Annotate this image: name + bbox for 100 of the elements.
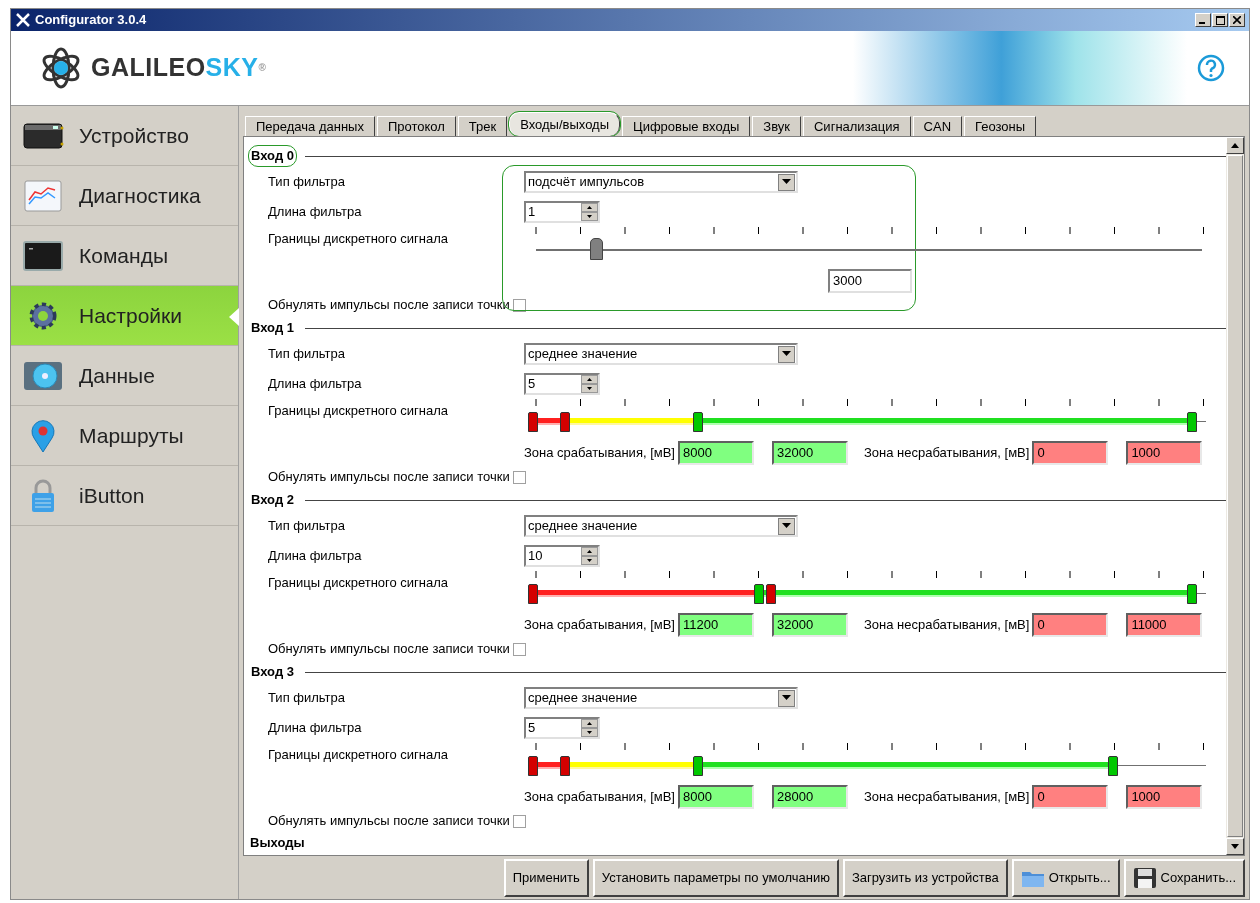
filter-length-spinbox[interactable]: 1 — [524, 201, 600, 223]
maximize-icon — [1215, 15, 1225, 25]
close-button[interactable] — [1229, 13, 1245, 27]
slider-thumb[interactable] — [528, 584, 539, 604]
action-button[interactable]: Применить — [503, 858, 589, 897]
action-button[interactable]: Загрузить из устройства — [842, 858, 1008, 897]
slider-thumb[interactable] — [692, 412, 703, 432]
tab[interactable]: Звук — [752, 116, 801, 136]
idle-to-field[interactable]: 11000 — [1126, 613, 1203, 637]
spin-arrows-icon — [581, 547, 598, 565]
sidebar-item[interactable]: Данные — [11, 346, 238, 406]
filter-type-dropdown[interactable]: среднее значение — [524, 343, 798, 365]
sidebar-item[interactable]: Устройство — [11, 106, 238, 166]
checkbox[interactable] — [512, 642, 526, 656]
tab[interactable]: CAN — [912, 116, 963, 136]
checkbox-label: Обнулять импульсы после записи точки — [268, 468, 510, 487]
section-heading: Вход 3 — [250, 663, 295, 682]
tab[interactable]: Цифровые входы — [622, 116, 751, 136]
slider-track[interactable] — [528, 756, 1206, 776]
field-label: Длина фильтра — [268, 375, 363, 394]
section-heading: Вход 1 — [250, 319, 295, 338]
tab[interactable]: Геозоны — [964, 116, 1037, 136]
scrollbar[interactable] — [1226, 137, 1244, 855]
spin-arrows-icon — [581, 719, 598, 737]
tab[interactable]: Сигнализация — [803, 116, 911, 136]
trigger-from-field[interactable]: 8000 — [678, 785, 754, 809]
tab[interactable]: Протокол — [376, 116, 456, 136]
sidebar-item[interactable]: Маршруты — [11, 406, 238, 466]
tab[interactable]: Передача данных — [245, 116, 375, 136]
field-label: Границы дискретного сигнала — [268, 402, 450, 420]
slider-thumb[interactable] — [753, 584, 764, 604]
slider-thumb[interactable] — [765, 584, 776, 604]
window-title: Configurator 3.0.4 — [35, 11, 148, 30]
zone-label: Зона срабатывания, [мВ] — [524, 444, 675, 463]
field-label: Границы дискретного сигнала — [268, 746, 450, 764]
spin-arrows-icon — [581, 203, 598, 221]
sidebar-item[interactable]: Диагностика — [11, 166, 238, 226]
trigger-to-field[interactable]: 32000 — [772, 613, 848, 637]
trigger-to-field[interactable]: 28000 — [772, 785, 848, 809]
line-chart-icon — [21, 177, 65, 214]
section-heading: Вход 0 — [248, 145, 297, 167]
field-label: Тип фильтра — [268, 517, 346, 536]
field-label: Длина фильтра — [268, 203, 363, 222]
field-label: Границы дискретного сигнала — [268, 230, 450, 248]
checkbox[interactable] — [512, 814, 526, 828]
maximize-button[interactable] — [1212, 13, 1228, 27]
action-button[interactable]: Сохранить... — [1123, 858, 1245, 897]
filter-length-spinbox[interactable]: 5 — [524, 373, 600, 395]
field-label: Тип фильтра — [268, 173, 346, 192]
field-label: Длина фильтра — [268, 719, 363, 738]
trigger-from-field[interactable]: 11200 — [678, 613, 754, 637]
trigger-to-field[interactable]: 32000 — [772, 441, 848, 465]
filter-length-spinbox[interactable]: 10 — [524, 545, 600, 567]
scroll-down-icon[interactable] — [1231, 844, 1239, 849]
slider-thumb[interactable] — [528, 756, 539, 776]
field-label: Тип фильтра — [268, 689, 346, 708]
action-button[interactable]: Установить параметры по умолчанию — [592, 858, 839, 897]
zone-label: Зона срабатывания, [мВ] — [524, 616, 675, 635]
value-field[interactable]: 3000 — [828, 269, 912, 293]
slider-track[interactable] — [528, 412, 1206, 432]
idle-to-field[interactable]: 1000 — [1126, 441, 1203, 465]
sidebar-item[interactable]: Настройки — [11, 286, 238, 346]
spin-arrows-icon — [581, 375, 598, 393]
idle-from-field[interactable]: 0 — [1032, 785, 1109, 809]
slider-thumb[interactable] — [1108, 756, 1119, 776]
tab[interactable]: Входы/выходы — [509, 112, 621, 136]
checkbox-label: Обнулять импульсы после записи точки — [268, 812, 510, 831]
slider-thumb[interactable] — [528, 412, 539, 432]
zone-label: Зона срабатывания, [мВ] — [524, 788, 675, 807]
zone-label: Зона несрабатывания, [мВ] — [864, 788, 1030, 807]
tab[interactable]: Трек — [457, 116, 508, 136]
minimize-button[interactable] — [1195, 13, 1211, 27]
slider-track[interactable] — [528, 584, 1206, 604]
idle-from-field[interactable]: 0 — [1032, 441, 1109, 465]
action-button[interactable]: Открыть... — [1011, 858, 1120, 897]
trigger-from-field[interactable]: 8000 — [678, 441, 754, 465]
filter-type-dropdown[interactable]: среднее значение — [524, 687, 798, 709]
slider-thumb[interactable] — [560, 756, 571, 776]
section-heading: Вход 2 — [250, 491, 295, 510]
zone-label: Зона несрабатывания, [мВ] — [864, 616, 1030, 635]
sidebar-item[interactable]: iButton — [11, 466, 238, 526]
slider-thumb[interactable] — [589, 238, 603, 260]
checkbox-label: Обнулять импульсы после записи точки — [268, 296, 510, 315]
slider-thumb[interactable] — [1187, 412, 1198, 432]
checkbox[interactable] — [512, 470, 526, 484]
slider-thumb[interactable] — [560, 412, 571, 432]
idle-to-field[interactable]: 1000 — [1126, 785, 1203, 809]
idle-from-field[interactable]: 0 — [1032, 613, 1109, 637]
slider-thumb[interactable] — [1187, 584, 1198, 604]
logo-wordmark: GALILEOSKY$^{®}$ — [91, 52, 267, 84]
field-label: Длина фильтра — [268, 547, 363, 566]
checkbox-label: Обнулять импульсы после записи точки — [268, 640, 510, 659]
field-label: Границы дискретного сигнала — [268, 574, 450, 592]
scroll-up-icon[interactable] — [1231, 143, 1239, 148]
filter-type-dropdown[interactable]: среднее значение — [524, 515, 798, 537]
slider-thumb[interactable] — [692, 756, 703, 776]
filter-length-spinbox[interactable]: 5 — [524, 717, 600, 739]
section-heading: Выходы — [249, 834, 306, 853]
filter-type-dropdown[interactable]: подсчёт импульсов — [524, 171, 798, 193]
help-icon[interactable] — [1197, 54, 1225, 82]
